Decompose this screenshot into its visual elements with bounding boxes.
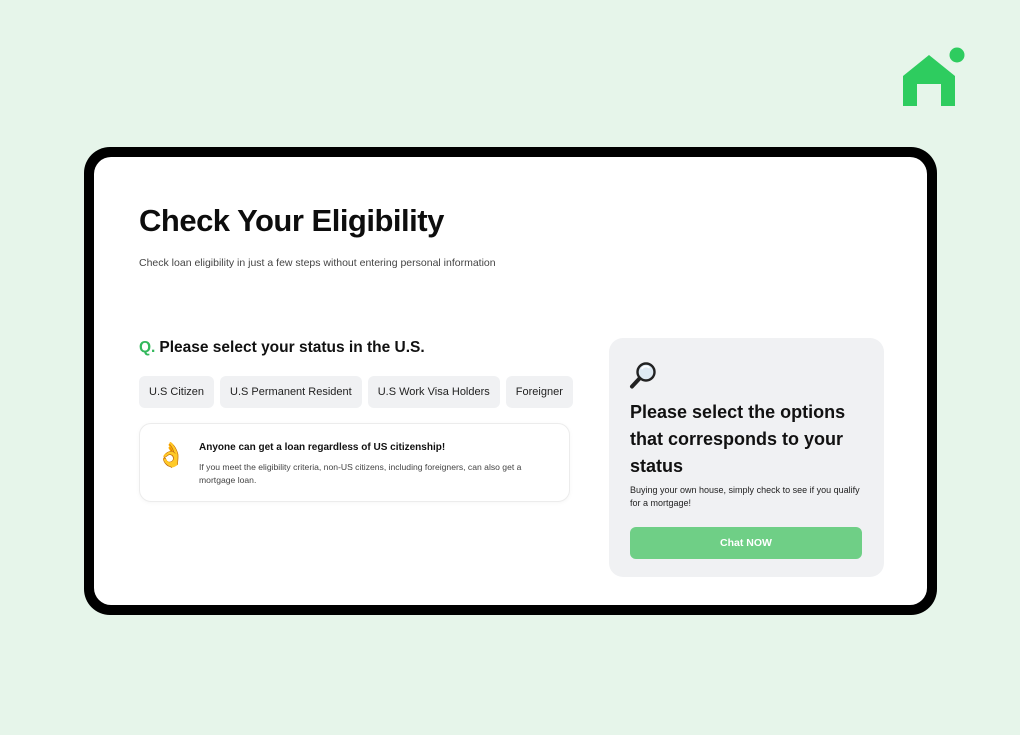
side-panel-title: Please select the options that correspon… bbox=[630, 402, 846, 476]
question-text: Please select your status in the U.S. bbox=[159, 339, 425, 356]
option-permanent-resident[interactable]: U.S Permanent Resident bbox=[220, 376, 362, 408]
eligibility-screen: Check Your Eligibility Check loan eligib… bbox=[94, 157, 927, 605]
status-question: Q. Please select your status in the U.S. bbox=[139, 339, 425, 357]
page-subtitle: Check loan eligibility in just a few ste… bbox=[139, 257, 496, 269]
info-title: Anyone can get a loan regardless of US c… bbox=[199, 442, 446, 453]
status-options: U.S Citizen U.S Permanent Resident U.S W… bbox=[139, 376, 573, 408]
option-work-visa-holders[interactable]: U.S Work Visa Holders bbox=[367, 376, 500, 408]
chat-now-button[interactable]: Chat NOW bbox=[630, 527, 862, 559]
question-prefix: Q. bbox=[139, 339, 156, 356]
magnifier-icon bbox=[630, 362, 656, 389]
side-panel: Please select the options that correspon… bbox=[609, 338, 884, 577]
option-us-citizen[interactable]: U.S Citizen bbox=[139, 376, 215, 408]
ok-hand-icon: 👌 bbox=[156, 442, 186, 469]
page-title: Check Your Eligibility bbox=[139, 203, 444, 238]
option-foreigner[interactable]: Foreigner bbox=[505, 376, 573, 408]
house-logo-icon bbox=[903, 47, 965, 106]
citizenship-info-card: 👌 Anyone can get a loan regardless of US… bbox=[139, 423, 570, 502]
info-body: If you meet the eligibility criteria, no… bbox=[199, 462, 522, 485]
side-panel-description: Buying your own house, simply check to s… bbox=[630, 485, 860, 508]
device-frame: Check Your Eligibility Check loan eligib… bbox=[84, 147, 937, 615]
